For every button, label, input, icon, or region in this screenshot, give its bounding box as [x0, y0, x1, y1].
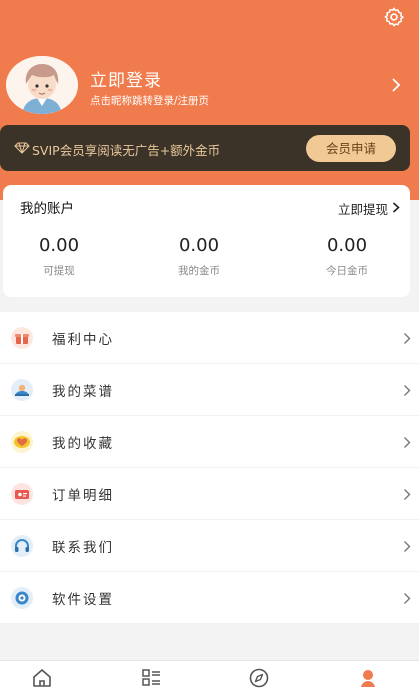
- stat-label: 今日金币: [326, 265, 368, 277]
- chevron-right-icon: [404, 385, 411, 396]
- menu-item-settings[interactable]: 软件设置: [0, 572, 419, 624]
- account-title: 我的账户: [20, 201, 74, 217]
- avatar-illustration: [6, 56, 78, 114]
- menu-list: 福利中心 我的菜谱 我的收藏 订单明细 联系我们 软件设置: [0, 312, 419, 624]
- menu-item-favorites[interactable]: 我的收藏: [0, 416, 419, 468]
- recipe-icon: [11, 379, 33, 401]
- chevron-right-icon[interactable]: [391, 78, 401, 92]
- vip-text: SVIP会员享阅读无广告+额外金币: [32, 143, 221, 158]
- menu-item-orders[interactable]: 订单明细: [0, 468, 419, 520]
- home-icon[interactable]: [31, 667, 53, 689]
- stat-label: 可提现: [43, 265, 75, 277]
- withdraw-link[interactable]: 立即提现: [338, 199, 388, 218]
- login-title[interactable]: 立即登录: [90, 66, 162, 91]
- chevron-right-icon: [404, 489, 411, 500]
- chevron-right-icon: [404, 593, 411, 604]
- diamond-icon: [14, 142, 30, 154]
- stat-value: 0.00: [38, 235, 80, 256]
- bottom-tab-bar: [0, 660, 419, 697]
- menu-item-welfare[interactable]: 福利中心: [0, 312, 419, 364]
- stat-withdrawable[interactable]: 0.00 可提现: [0, 235, 119, 278]
- vip-banner[interactable]: SVIP会员享阅读无广告+额外金币 会员申请: [0, 125, 410, 171]
- stat-today-coins[interactable]: 0.00 今日金币: [287, 235, 407, 278]
- profile-icon[interactable]: [357, 667, 379, 689]
- list-icon[interactable]: [140, 667, 162, 689]
- stat-value: 0.00: [178, 235, 220, 256]
- heart-icon: [11, 431, 33, 453]
- chevron-right-icon: [404, 333, 411, 344]
- menu-label: 软件设置: [52, 592, 114, 608]
- menu-label: 订单明细: [52, 488, 114, 504]
- account-card: 我的账户 立即提现 0.00 可提现 0.00 我的金币 0.00 今日金币: [3, 185, 410, 297]
- chevron-right-icon: [404, 541, 411, 552]
- login-subtitle: 点击昵称跳转登录/注册页: [90, 95, 210, 107]
- menu-label: 我的收藏: [52, 436, 114, 452]
- headset-icon: [11, 535, 33, 557]
- menu-label: 我的菜谱: [52, 384, 114, 400]
- vip-apply-button[interactable]: 会员申请: [306, 135, 396, 162]
- gear-icon[interactable]: [383, 6, 405, 28]
- stat-label: 我的金币: [178, 265, 220, 277]
- chevron-right-icon[interactable]: [392, 202, 400, 213]
- ticket-icon: [11, 483, 33, 505]
- menu-label: 福利中心: [52, 332, 114, 348]
- avatar[interactable]: [6, 56, 78, 114]
- chevron-right-icon: [404, 437, 411, 448]
- stat-value: 0.00: [326, 235, 368, 256]
- compass-icon[interactable]: [248, 667, 270, 689]
- gift-icon: [11, 327, 33, 349]
- menu-item-recipes[interactable]: 我的菜谱: [0, 364, 419, 416]
- profile-header: 立即登录 点击昵称跳转登录/注册页 SVIP会员享阅读无广告+额外金币 会员申请: [0, 0, 419, 200]
- settings-icon: [11, 587, 33, 609]
- stat-my-coins[interactable]: 0.00 我的金币: [139, 235, 259, 278]
- menu-label: 联系我们: [52, 540, 114, 556]
- menu-item-contact[interactable]: 联系我们: [0, 520, 419, 572]
